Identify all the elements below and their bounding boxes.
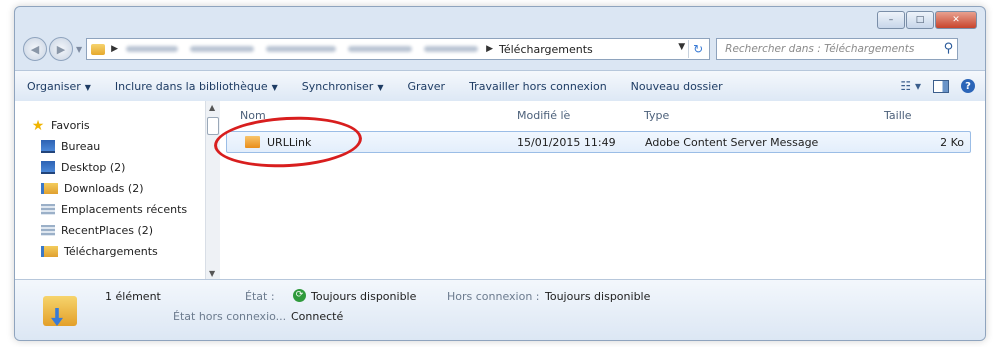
breadcrumb-separator[interactable]: ▶ [486, 44, 493, 54]
nav-favorites-label: Favoris [51, 119, 90, 132]
nav-item-downloads[interactable]: Downloads (2) [15, 178, 205, 199]
address-dropdown-icon[interactable]: ▼ [678, 42, 685, 52]
back-arrow-icon: ◀ [30, 42, 40, 56]
breadcrumb-blurred[interactable] [424, 46, 479, 52]
sync-button[interactable]: Synchroniser ▼ [290, 80, 396, 93]
offline-value: Toujours disponible [545, 290, 651, 303]
nav-item-label: Downloads (2) [64, 182, 144, 195]
downloads-folder-icon [43, 296, 77, 326]
search-icon[interactable]: ⚲ [944, 41, 954, 56]
state-value: Toujours disponible [311, 290, 417, 303]
nav-item-recentplaces[interactable]: RecentPlaces (2) [15, 220, 205, 241]
sync-status-icon: ⟳ [293, 289, 306, 302]
column-header-type[interactable]: Type [644, 109, 669, 122]
offline-state-label: État hors connexio... [173, 310, 287, 323]
chevron-down-icon: ▼ [271, 82, 278, 92]
refresh-icon[interactable]: ↻ [688, 40, 707, 58]
details-pane: 1 élément État : ⟳ Toujours disponible H… [15, 279, 985, 340]
recent-pages-dropdown-icon[interactable]: ▼ [76, 45, 82, 54]
file-size: 2 Ko [940, 136, 964, 149]
nav-item-label: Emplacements récents [61, 203, 188, 216]
include-in-library-button[interactable]: Inclure dans la bibliothèque ▼ [103, 80, 290, 93]
nav-item-bureau[interactable]: Bureau [15, 136, 205, 157]
nav-item-label: RecentPlaces (2) [61, 224, 154, 237]
breadcrumb-blurred[interactable] [266, 46, 337, 52]
scroll-up-icon[interactable]: ▲ [209, 103, 215, 112]
breadcrumb-blurred[interactable] [348, 46, 413, 52]
close-button[interactable]: ✕ [935, 11, 977, 29]
chevron-down-icon: ▼ [377, 82, 384, 92]
file-modified: 15/01/2015 11:49 [517, 136, 616, 149]
column-header-size[interactable]: Taille [884, 109, 912, 122]
organize-button[interactable]: Organiser ▼ [15, 80, 103, 93]
change-view-icon[interactable]: ☷ ▾ [900, 79, 921, 93]
recent-places-icon [41, 204, 55, 215]
forward-button[interactable]: ▶ [49, 37, 73, 61]
folder-icon [91, 43, 106, 55]
nav-item-emplacements-recents[interactable]: Emplacements récents [15, 199, 205, 220]
downloads-folder-icon [41, 183, 58, 194]
state-label: État : [245, 290, 275, 303]
nav-item-telechargements[interactable]: Téléchargements [15, 241, 205, 262]
offline-label: Hors connexion : [447, 290, 540, 303]
scroll-thumb[interactable] [207, 117, 219, 135]
item-count: 1 élément [105, 290, 161, 303]
address-bar[interactable]: ▶ ▶ Téléchargements ▼ ↻ [86, 38, 711, 60]
search-placeholder: Rechercher dans : Téléchargements [725, 43, 915, 55]
maximize-button[interactable]: □ [906, 11, 934, 29]
forward-arrow-icon: ▶ [56, 42, 66, 56]
offline-state-value: Connecté [291, 310, 344, 323]
search-input[interactable]: Rechercher dans : Téléchargements ⚲ [716, 38, 959, 60]
desktop-icon [41, 140, 55, 153]
breadcrumb-blurred[interactable] [126, 46, 179, 52]
nav-item-desktop[interactable]: Desktop (2) [15, 157, 205, 178]
column-header-modified[interactable]: Modifié le [517, 109, 570, 122]
help-icon[interactable]: ? [961, 79, 975, 93]
nav-item-label: Bureau [61, 140, 101, 153]
command-bar: Organiser ▼ Inclure dans la bibliothèque ▼… [15, 70, 985, 102]
scroll-down-icon[interactable]: ▼ [209, 269, 215, 278]
recent-places-icon [41, 225, 55, 236]
work-offline-button[interactable]: Travailler hors connexion [457, 80, 619, 93]
preview-pane-icon[interactable] [933, 79, 949, 93]
caption-buttons: – □ ✕ [877, 11, 977, 29]
downloads-folder-icon [41, 246, 58, 257]
file-list: ⌃ Nom Modifié le Type Taille URLLink 15/… [212, 101, 985, 280]
address-row: ◀ ▶ ▼ ▶ ▶ Téléchargements ▼ ↻ Rechercher… [23, 35, 977, 63]
file-type: Adobe Content Server Message [645, 136, 819, 149]
new-folder-button[interactable]: Nouveau dossier [619, 80, 735, 93]
minimize-button[interactable]: – [877, 11, 905, 29]
breadcrumb-blurred[interactable] [190, 46, 255, 52]
content-area: ★ Favoris Bureau Desktop (2) Downloads (… [15, 101, 985, 280]
star-icon: ★ [31, 117, 45, 134]
breadcrumb-separator[interactable]: ▶ [111, 44, 118, 54]
navigation-pane: ★ Favoris Bureau Desktop (2) Downloads (… [15, 101, 205, 280]
chevron-down-icon: ▼ [84, 82, 91, 92]
nav-item-label: Téléchargements [64, 245, 158, 258]
burn-button[interactable]: Graver [395, 80, 457, 93]
breadcrumb-current[interactable]: Téléchargements [499, 43, 593, 56]
desktop-icon [41, 161, 55, 174]
nav-item-label: Desktop (2) [61, 161, 126, 174]
nav-scrollbar[interactable]: ▲ ▼ [205, 101, 220, 280]
explorer-window: – □ ✕ ◀ ▶ ▼ ▶ ▶ Téléchargements ▼ ↻ Rech… [14, 6, 986, 341]
back-button[interactable]: ◀ [23, 37, 47, 61]
nav-favorites[interactable]: ★ Favoris [15, 115, 205, 136]
